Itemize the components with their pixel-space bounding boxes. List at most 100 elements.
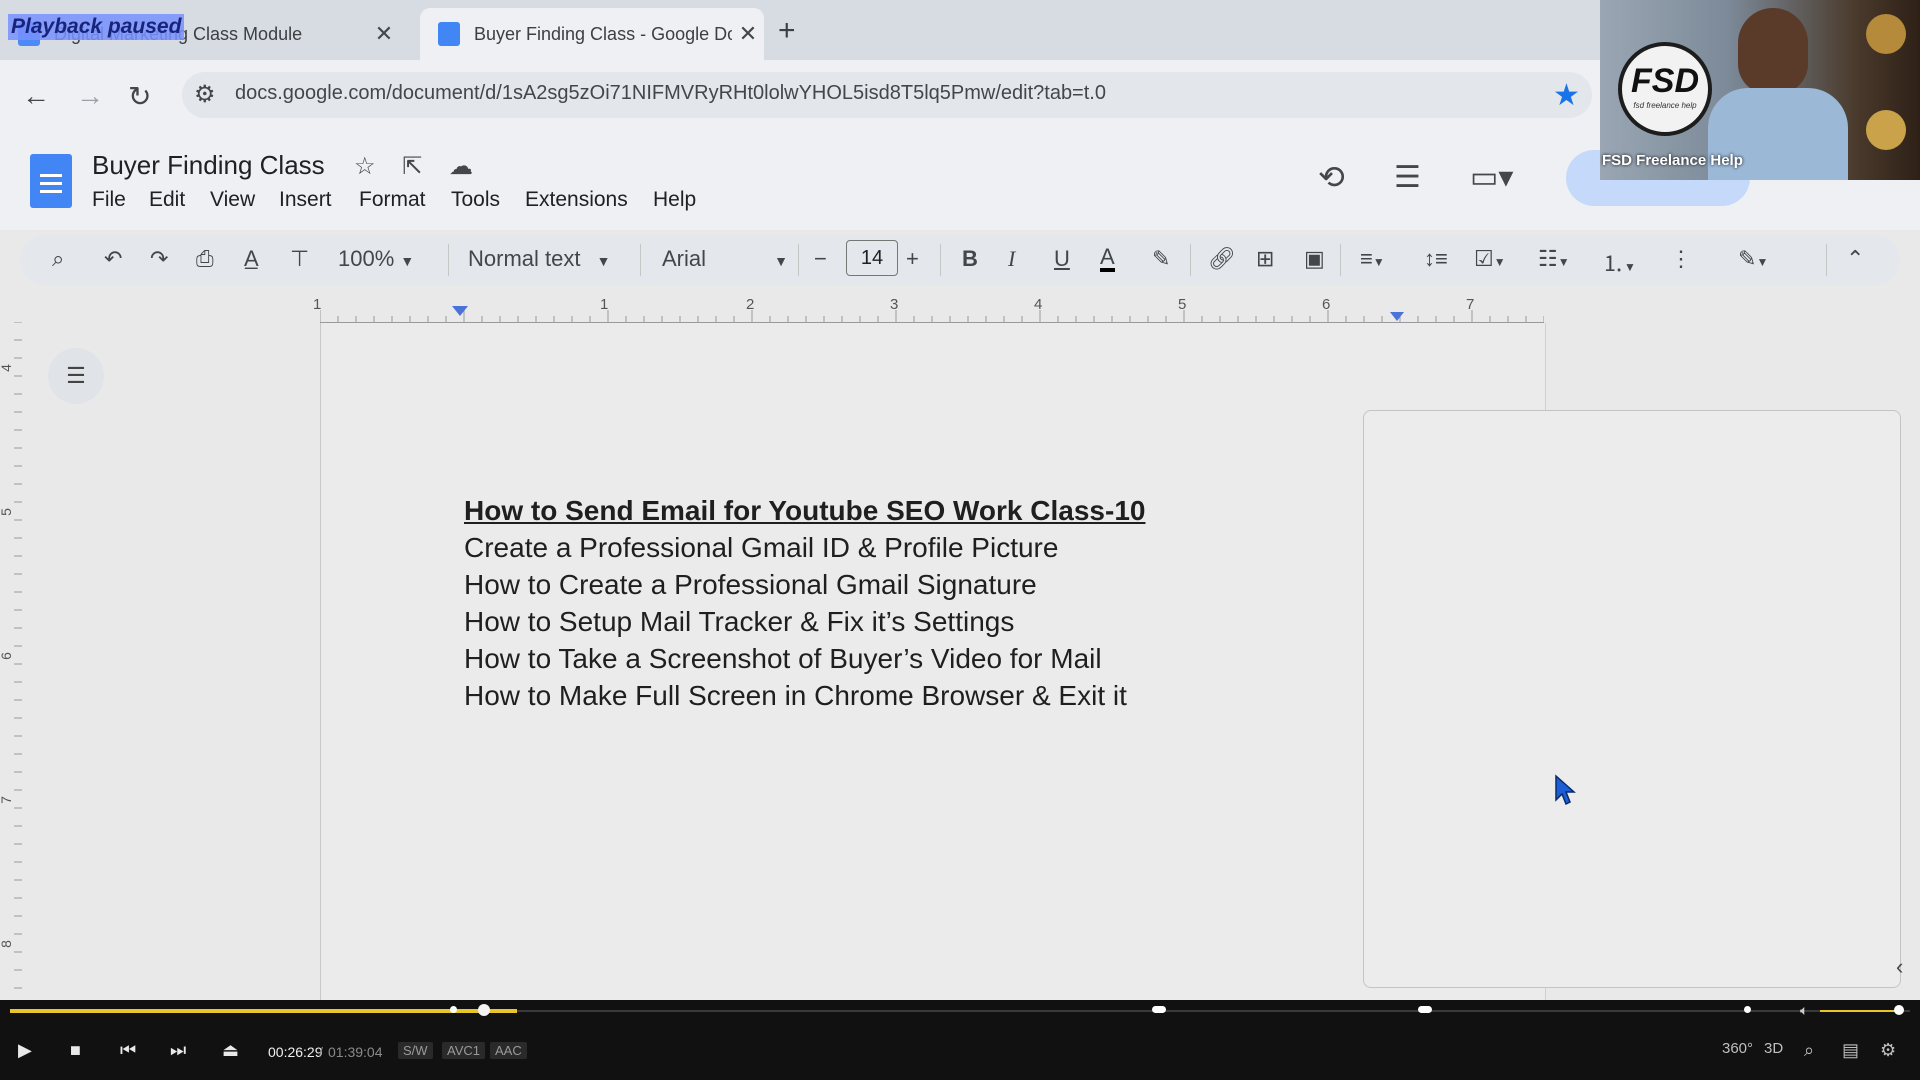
menu-format[interactable]: Format xyxy=(359,188,426,212)
spellcheck-icon[interactable]: A̲ xyxy=(244,246,259,272)
print-icon[interactable]: ⎙ xyxy=(196,246,214,272)
playlist-icon[interactable]: ▤ xyxy=(1842,1040,1859,1061)
menu-insert[interactable]: Insert xyxy=(279,188,332,212)
horizontal-ruler[interactable] xyxy=(320,296,1544,324)
italic-icon[interactable]: I xyxy=(1008,246,1015,272)
chevron-down-icon: ▼ xyxy=(400,253,415,269)
codec-badge[interactable]: AAC xyxy=(490,1042,527,1059)
url-text[interactable]: docs.google.com/document/d/1sA2sg5zOi71N… xyxy=(235,82,1106,105)
close-icon[interactable]: ✕ xyxy=(732,21,764,47)
ruler-number: 6 xyxy=(0,652,14,660)
close-icon[interactable]: ✕ xyxy=(368,21,400,47)
document-body[interactable]: How to Send Email for Youtube SEO Work C… xyxy=(464,492,1145,714)
site-settings-icon[interactable]: ⚙ xyxy=(194,80,216,109)
fsd-logo-subtext: fsd freelance help xyxy=(1633,101,1697,110)
search-menus-icon[interactable]: ⌕ xyxy=(52,246,64,272)
star-icon[interactable]: ☆ xyxy=(354,153,376,180)
undo-icon[interactable]: ↶ xyxy=(104,246,122,272)
chevron-left-icon[interactable]: ‹ xyxy=(1896,954,1903,980)
new-tab-icon[interactable]: + xyxy=(778,14,796,48)
bulleted-list-icon[interactable]: ☷▼ xyxy=(1538,246,1570,272)
menu-tools[interactable]: Tools xyxy=(451,188,500,212)
eject-icon[interactable]: ⏏ xyxy=(222,1040,239,1061)
document-line[interactable]: Create a Professional Gmail ID & Profile… xyxy=(464,529,1145,566)
highlight-icon[interactable]: ✎ xyxy=(1152,246,1170,272)
style-select[interactable]: Normal text ▼ xyxy=(468,246,610,272)
zoom-select[interactable]: 100% ▼ xyxy=(338,246,414,272)
editing-mode-icon[interactable]: ✎▼ xyxy=(1738,246,1768,272)
toolbar-divider xyxy=(1340,244,1341,276)
add-comment-icon[interactable]: ⊞ xyxy=(1256,246,1274,272)
codec-badge[interactable]: S/W xyxy=(398,1042,433,1059)
menu-view[interactable]: View xyxy=(210,188,255,212)
redo-icon[interactable]: ↷ xyxy=(150,246,168,272)
chapter-marker[interactable] xyxy=(450,1006,457,1013)
more-options-icon[interactable]: ⋮ xyxy=(1670,246,1692,272)
move-folder-icon[interactable]: ⇱ xyxy=(402,153,422,180)
chapter-marker[interactable] xyxy=(1744,1006,1751,1013)
bookmark-star-icon[interactable]: ★ xyxy=(1553,78,1580,113)
insert-image-icon[interactable]: ▣ xyxy=(1304,246,1325,272)
font-size-input[interactable]: 14 xyxy=(846,240,898,276)
paint-format-icon[interactable]: ⊤ xyxy=(290,246,309,272)
comments-icon[interactable]: ☰ xyxy=(1394,160,1421,195)
version-history-icon[interactable]: ⟲ xyxy=(1318,158,1345,196)
document-outline-icon[interactable]: ☰ xyxy=(48,348,104,404)
chapter-marker[interactable] xyxy=(1418,1006,1432,1013)
play-icon[interactable]: ▶ xyxy=(18,1040,32,1061)
underline-icon[interactable]: U xyxy=(1054,246,1070,272)
mouse-cursor-icon xyxy=(1555,774,1576,806)
align-icon[interactable]: ≡▼ xyxy=(1360,246,1385,272)
total-time: 01:39:04 xyxy=(328,1044,383,1060)
numbered-list-icon[interactable]: ⒈▼ xyxy=(1602,246,1636,278)
checklist-icon[interactable]: ☑▼ xyxy=(1474,246,1506,272)
settings-gear-icon[interactable]: ⚙ xyxy=(1880,1040,1896,1061)
volume-icon[interactable]: 🔈︎ xyxy=(1800,1002,1808,1019)
3d-toggle[interactable]: 3D xyxy=(1764,1040,1783,1057)
bold-icon[interactable]: B xyxy=(962,246,978,272)
left-indent-marker-icon[interactable] xyxy=(452,306,468,316)
back-arrow-icon[interactable]: ← xyxy=(22,80,50,112)
chapter-marker[interactable] xyxy=(1152,1006,1166,1013)
document-line[interactable]: How to Take a Screenshot of Buyer’s Vide… xyxy=(464,640,1145,677)
document-line[interactable]: How to Setup Mail Tracker & Fix it’s Set… xyxy=(464,603,1145,640)
vr-360-toggle[interactable]: 360° xyxy=(1722,1040,1753,1057)
font-select[interactable]: Arial ▼ xyxy=(662,246,788,272)
chevron-down-icon: ▼ xyxy=(1756,255,1769,269)
meet-camera-icon[interactable]: ▭▾ xyxy=(1470,160,1513,195)
text-color-icon[interactable]: A xyxy=(1100,246,1115,272)
line-spacing-icon[interactable]: ↕≡ xyxy=(1424,246,1448,272)
right-indent-marker-icon[interactable] xyxy=(1390,312,1404,321)
increase-font-size-icon[interactable]: + xyxy=(906,246,919,272)
codec-badge[interactable]: AVC1 xyxy=(442,1042,485,1059)
volume-slider[interactable] xyxy=(1820,1010,1900,1012)
reload-icon[interactable]: ↻ xyxy=(128,80,151,113)
collapse-menus-icon[interactable]: ⌃ xyxy=(1846,246,1864,272)
side-popup-panel[interactable] xyxy=(1363,410,1901,988)
tab-buyer-finding-class[interactable]: Buyer Finding Class - Google Docs ✕ xyxy=(420,8,764,60)
document-title[interactable]: Buyer Finding Class xyxy=(92,150,325,181)
document-line[interactable]: How to Create a Professional Gmail Signa… xyxy=(464,566,1145,603)
stop-icon[interactable]: ■ xyxy=(70,1040,81,1061)
menu-help[interactable]: Help xyxy=(653,188,696,212)
forward-arrow-icon[interactable]: → xyxy=(76,80,104,112)
seek-handle[interactable] xyxy=(478,1004,490,1016)
google-docs-logo-icon[interactable] xyxy=(30,154,72,208)
ruler-number: 5 xyxy=(0,508,14,516)
insert-link-icon[interactable]: 🔗︎ xyxy=(1208,246,1236,272)
menu-edit[interactable]: Edit xyxy=(149,188,185,212)
volume-handle[interactable] xyxy=(1894,1005,1904,1015)
menu-file[interactable]: File xyxy=(92,188,126,212)
decrease-font-size-icon[interactable]: − xyxy=(814,246,827,272)
menu-extensions[interactable]: Extensions xyxy=(525,188,628,212)
vertical-ruler[interactable] xyxy=(0,322,24,1002)
document-heading[interactable]: How to Send Email for Youtube SEO Work C… xyxy=(464,492,1145,529)
previous-icon[interactable]: ⏮ xyxy=(120,1040,136,1061)
zoom-search-icon[interactable]: ⌕ xyxy=(1804,1040,1814,1061)
time-separator: / xyxy=(319,1044,323,1060)
document-line[interactable]: How to Make Full Screen in Chrome Browse… xyxy=(464,677,1145,714)
next-icon[interactable]: ⏭ xyxy=(170,1040,186,1061)
chevron-down-icon: ▼ xyxy=(774,253,788,269)
ruler-number: 1 xyxy=(313,296,322,313)
cloud-status-icon[interactable]: ☁ xyxy=(449,153,473,180)
